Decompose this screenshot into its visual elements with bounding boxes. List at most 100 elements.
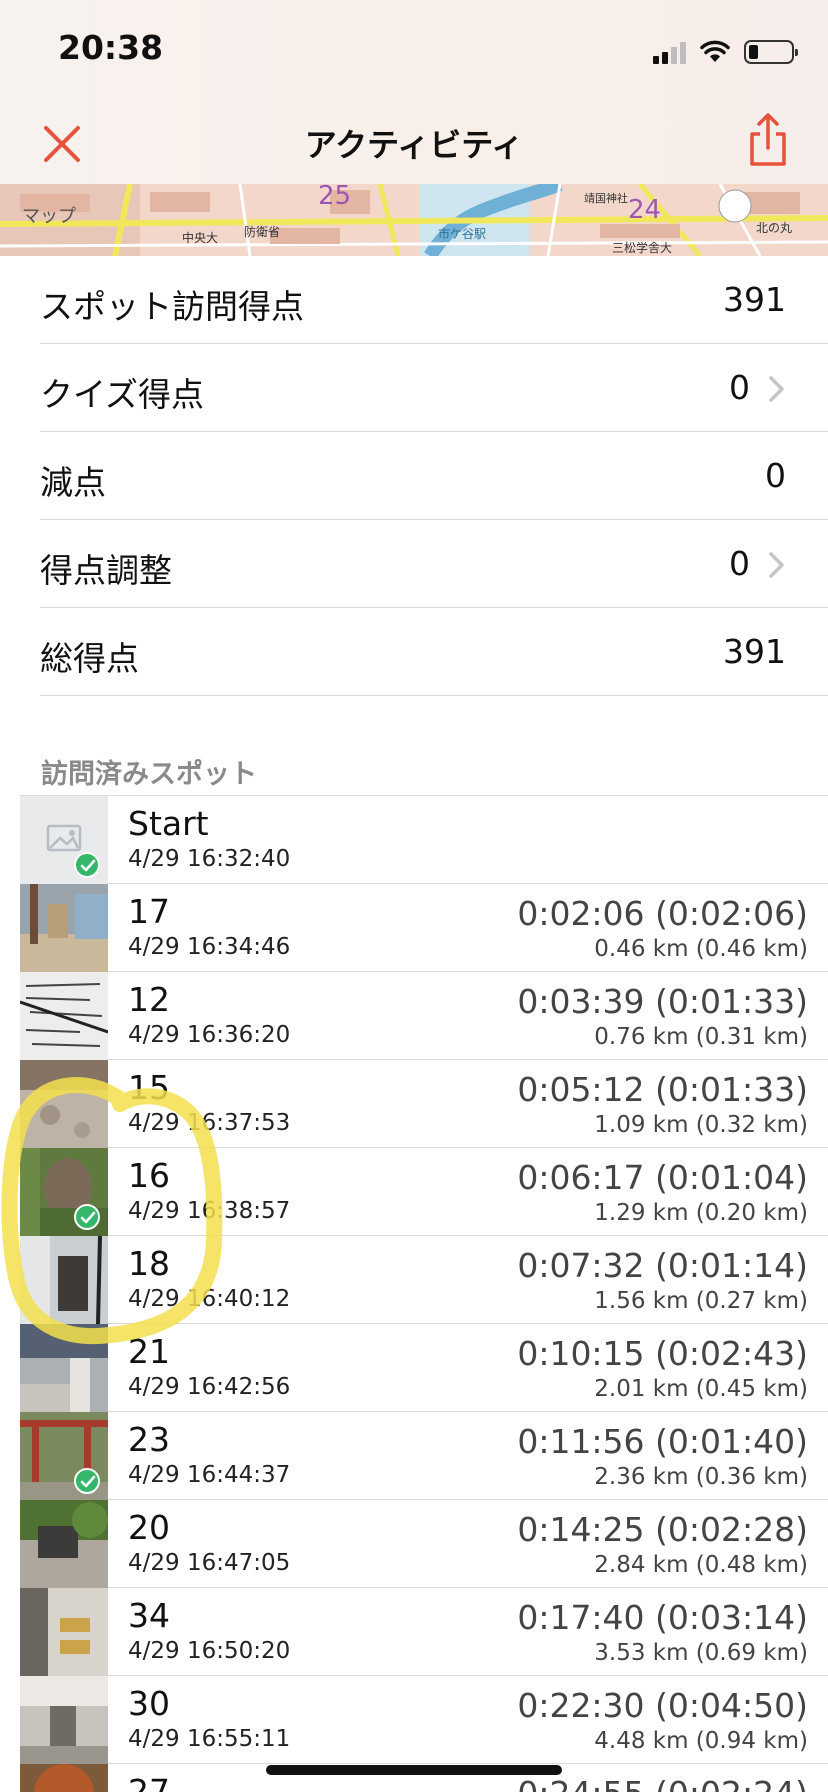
spot-photo: [20, 1324, 108, 1412]
spot-elapsed-time: 0:10:15 (0:02:43): [517, 1334, 808, 1373]
score-value: 391: [723, 280, 786, 319]
route-map[interactable]: マップ 中央大 防衛省 市ケ谷駅 三松学舎大 靖国神社 25 24 北の丸: [0, 184, 828, 256]
spot-distance: 2.36 km (0.36 km): [594, 1464, 808, 1490]
spot-elapsed-time: 0:24:55 (0:02:24): [517, 1774, 808, 1792]
spot-row[interactable]: Start 4/29 16:32:40: [20, 796, 828, 884]
spot-photo: [20, 1236, 108, 1324]
spot-timestamp: 4/29 16:47:05: [128, 1550, 291, 1576]
spot-elapsed-time: 0:14:25 (0:02:28): [517, 1510, 808, 1549]
spot-name: 15: [128, 1068, 170, 1107]
spot-name: 12: [128, 980, 170, 1019]
score-value: 0: [729, 368, 750, 407]
map-label: 防衛省: [244, 224, 280, 239]
status-time: 20:38: [58, 28, 164, 67]
spot-elapsed-time: 0:06:17 (0:01:04): [517, 1158, 808, 1197]
spot-name: Start: [128, 804, 209, 843]
map-label: 靖国神社: [584, 191, 628, 205]
score-row-quiz[interactable]: クイズ得点 0: [40, 344, 828, 432]
spot-row[interactable]: 18 4/29 16:40:12 0:07:32 (0:01:14) 1.56 km …: [20, 1236, 828, 1324]
map-label: 25: [318, 184, 351, 211]
spot-elapsed-time: 0:05:12 (0:01:33): [517, 1070, 808, 1109]
spot-distance: 2.01 km (0.45 km): [594, 1376, 808, 1402]
score-label: クイズ得点: [40, 375, 205, 414]
home-indicator: [266, 1765, 562, 1775]
score-value: 0: [729, 544, 750, 583]
score-row-adjustment[interactable]: 得点調整 0: [40, 520, 828, 608]
spot-distance: 1.29 km (0.20 km): [594, 1200, 808, 1226]
spot-name: 18: [128, 1244, 170, 1283]
spot-name: 16: [128, 1156, 170, 1195]
share-icon[interactable]: [738, 110, 798, 170]
map-label: 三松学舎大: [612, 240, 672, 255]
spot-elapsed-time: 0:03:39 (0:01:33): [517, 982, 808, 1021]
spot-timestamp: 4/29 16:32:40: [128, 846, 291, 872]
score-list: スポット訪問得点 391 クイズ得点 0 減点 0 得点調整 0 総得点 391: [0, 256, 828, 696]
spot-timestamp: 4/29 16:44:37: [128, 1462, 291, 1488]
spot-timestamp: 4/29 16:55:11: [128, 1726, 291, 1752]
score-label: 総得点: [40, 639, 139, 678]
spot-name: 17: [128, 892, 170, 931]
visited-check-icon: [74, 1468, 100, 1494]
spot-row[interactable]: 17 4/29 16:34:46 0:02:06 (0:02:06) 0.46 km …: [20, 884, 828, 972]
score-label: 減点: [40, 463, 106, 502]
spot-elapsed-time: 0:11:56 (0:01:40): [517, 1422, 808, 1461]
spot-name: 30: [128, 1684, 170, 1723]
spot-distance: 4.48 km (0.94 km): [594, 1728, 808, 1754]
score-row-spot-visit: スポット訪問得点 391: [40, 256, 828, 344]
spot-row[interactable]: 23 4/29 16:44:37 0:11:56 (0:01:40) 2.36 km …: [20, 1412, 828, 1500]
spot-elapsed-time: 0:17:40 (0:03:14): [517, 1598, 808, 1637]
spot-elapsed-time: 0:02:06 (0:02:06): [517, 894, 808, 933]
spot-elapsed-time: 0:22:30 (0:04:50): [517, 1686, 808, 1725]
spot-timestamp: 4/29 16:40:12: [128, 1286, 291, 1312]
map-label: 北の丸: [756, 221, 792, 235]
chevron-right-icon: [769, 552, 784, 578]
spot-name: 34: [128, 1596, 170, 1635]
spot-distance: 2.84 km (0.48 km): [594, 1552, 808, 1578]
spot-row[interactable]: 15 4/29 16:37:53 0:05:12 (0:01:33) 1.09 km …: [20, 1060, 828, 1148]
spot-elapsed-time: 0:07:32 (0:01:14): [517, 1246, 808, 1285]
spot-name: 20: [128, 1508, 170, 1547]
map-label: 24: [628, 195, 661, 225]
spot-row[interactable]: 30 4/29 16:55:11 0:22:30 (0:04:50) 4.48 km …: [20, 1676, 828, 1764]
spot-row[interactable]: 34 4/29 16:50:20 0:17:40 (0:03:14) 3.53 km …: [20, 1588, 828, 1676]
spot-distance: 1.56 km (0.27 km): [594, 1288, 808, 1314]
map-label: 中央大: [182, 230, 218, 245]
top-bar: 20:38 アクティビティ: [0, 0, 828, 184]
score-label: スポット訪問得点: [40, 287, 304, 326]
spot-photo: [20, 884, 108, 972]
spot-row[interactable]: 16 4/29 16:38:57 0:06:17 (0:01:04) 1.29 km …: [20, 1148, 828, 1236]
spot-row[interactable]: 12 4/29 16:36:20 0:03:39 (0:01:33) 0.76 km …: [20, 972, 828, 1060]
status-icons: [653, 34, 798, 64]
score-label: 得点調整: [40, 551, 172, 590]
visited-check-icon: [74, 852, 100, 878]
spot-timestamp: 4/29 16:42:56: [128, 1374, 291, 1400]
spot-photo: [20, 972, 108, 1060]
spot-timestamp: 4/29 16:36:20: [128, 1022, 291, 1048]
spot-name: 23: [128, 1420, 170, 1459]
score-value: 0: [765, 456, 786, 495]
spot-distance: 3.53 km (0.69 km): [594, 1640, 808, 1666]
visited-spots-list: Start 4/29 16:32:40 17 4/29 16:34:46 0:02:06…: [20, 795, 828, 1792]
visited-spots-heading: 訪問済みスポット: [41, 759, 257, 790]
score-row-total: 総得点 391: [40, 608, 828, 696]
spot-row[interactable]: 21 4/29 16:42:56 0:10:15 (0:02:43) 2.01 km …: [20, 1324, 828, 1412]
spot-name: 21: [128, 1332, 170, 1371]
visited-check-icon: [74, 1204, 100, 1230]
spot-distance: 0.76 km (0.31 km): [594, 1024, 808, 1050]
spot-timestamp: 4/29 16:37:53: [128, 1110, 291, 1136]
spot-timestamp: 4/29 16:50:20: [128, 1638, 291, 1664]
spot-photo: [20, 1500, 108, 1588]
page-title: アクティビティ: [304, 126, 524, 164]
spot-photo: [20, 1676, 108, 1764]
spot-row[interactable]: 20 4/29 16:47:05 0:14:25 (0:02:28) 2.84 km …: [20, 1500, 828, 1588]
chevron-right-icon: [769, 376, 784, 402]
spot-distance: 0.46 km (0.46 km): [594, 936, 808, 962]
score-value: 391: [723, 632, 786, 671]
wifi-icon: [700, 40, 730, 62]
score-row-penalty: 減点 0: [40, 432, 828, 520]
cellular-signal-icon: [653, 40, 686, 64]
spot-photo: [20, 1588, 108, 1676]
spot-photo: [20, 1764, 108, 1792]
battery-icon: [744, 40, 798, 64]
spot-timestamp: 4/29 16:38:57: [128, 1198, 291, 1224]
